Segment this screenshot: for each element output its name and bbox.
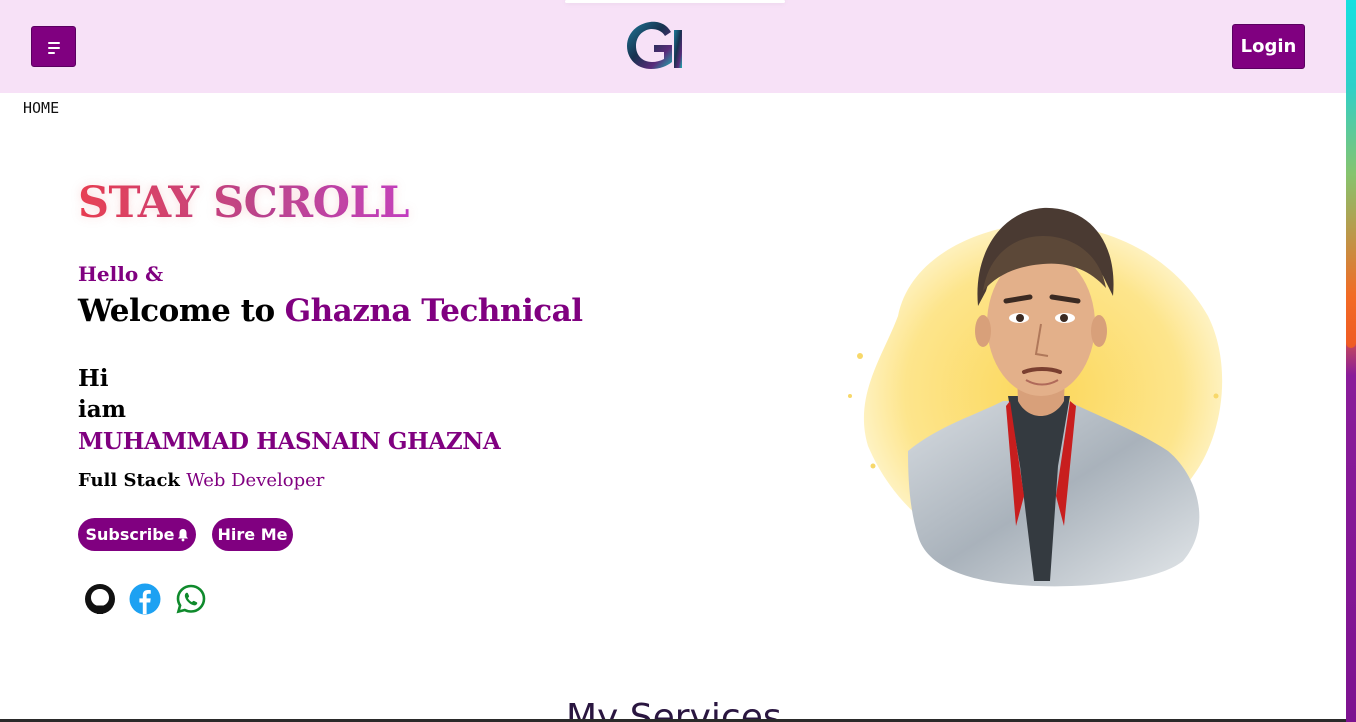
whatsapp-icon[interactable] (175, 583, 207, 615)
login-button[interactable]: Login (1232, 24, 1305, 69)
header-top-highlight (565, 0, 785, 3)
scrollbar-track[interactable] (1346, 0, 1356, 722)
facebook-icon[interactable] (129, 583, 161, 615)
role-line: Full Stack Web Developer (78, 470, 324, 491)
welcome-heading: Welcome to Ghazna Technical (78, 293, 583, 329)
person-name: MUHAMMAD HASNAIN GHAZNA (78, 428, 501, 455)
subscribe-label: Subscribe (85, 525, 175, 544)
profile-portrait (848, 207, 1223, 587)
welcome-brand: Ghazna Technical (284, 293, 583, 329)
breadcrumb[interactable]: HOME (23, 99, 59, 117)
g-logo-icon[interactable] (622, 18, 686, 72)
intro-hi: Hi (78, 365, 109, 392)
welcome-prefix: Welcome to (78, 293, 275, 329)
greeting: Hello & (78, 262, 164, 286)
site-title: STAY SCROLL (78, 178, 410, 228)
role-accent: Web Developer (186, 470, 325, 491)
site-header: Login (0, 0, 1346, 93)
intro-iam: iam (78, 396, 126, 423)
hire-me-button[interactable]: Hire Me (212, 518, 293, 551)
role-prefix: Full Stack (78, 470, 180, 491)
bell-icon (177, 528, 188, 541)
subscribe-button[interactable]: Subscribe (78, 518, 196, 551)
github-icon[interactable] (84, 583, 116, 615)
scrollbar-thumb[interactable] (1346, 0, 1356, 348)
menu-button[interactable] (31, 26, 76, 67)
